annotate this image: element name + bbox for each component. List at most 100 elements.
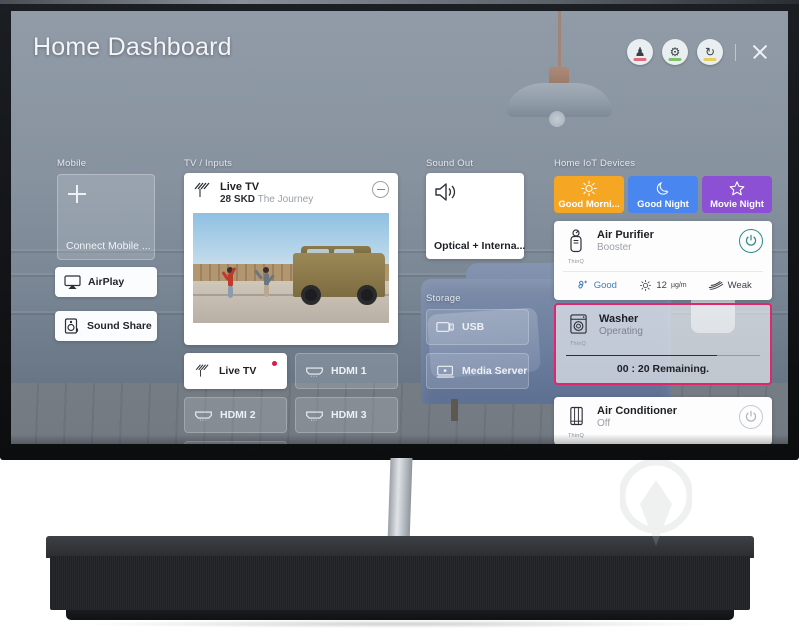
stat-label: Good — [593, 279, 617, 291]
air-quality-stats: Good 12 µg/m Weak — [554, 272, 772, 300]
power-timer-button[interactable]: ↻ — [697, 39, 723, 65]
power-icon — [745, 234, 757, 246]
iot-card-header: ThinQ Air Purifier Booster — [554, 221, 772, 271]
soundbar-speaker-grille — [50, 556, 750, 610]
stat-unit: µg/m — [670, 281, 687, 289]
section-label-storage: Storage — [426, 293, 461, 304]
mode-button-label: Good Morni... — [558, 199, 620, 210]
thumb-person-legs — [228, 286, 233, 298]
particle-icon — [640, 279, 652, 291]
sound-out-label: Optical + Interna... — [434, 240, 526, 252]
air-purifier-icon — [570, 229, 582, 253]
input-tile-live-tv[interactable]: Live TV — [184, 353, 287, 389]
airflow-icon — [708, 281, 723, 290]
live-tv-thumbnail — [193, 213, 389, 323]
accessibility-indicator — [633, 58, 647, 61]
antenna-icon — [194, 182, 210, 197]
minus-circle-icon[interactable] — [372, 181, 389, 198]
stat-airflow: Weak — [696, 279, 763, 291]
sound-share-button[interactable]: Sound Share — [55, 311, 157, 341]
airplay-button[interactable]: AirPlay — [55, 267, 157, 297]
gear-icon: ⚙ — [669, 45, 681, 59]
iot-card-air-purifier[interactable]: ThinQ Air Purifier Booster Good 12 µg/m … — [554, 221, 772, 300]
section-label-tv-inputs: TV / Inputs — [184, 158, 233, 169]
washer-icon — [569, 314, 587, 334]
thinq-brand-label: ThinQ — [570, 341, 586, 347]
device-state: Operating — [599, 326, 643, 338]
thumb-person-legs — [264, 285, 269, 297]
washer-progress-track — [566, 355, 760, 356]
section-label-sound-out: Sound Out — [426, 158, 474, 169]
mode-button-label: Good Night — [637, 199, 689, 210]
mode-button-label: Movie Night — [710, 199, 764, 210]
thumb-vehicle-wheel — [301, 284, 321, 305]
live-tv-title: Live TV — [220, 181, 260, 193]
thumb-vehicle-wheel — [357, 284, 377, 305]
recording-indicator-icon — [272, 361, 277, 366]
home-dashboard-ui: Home Dashboard ♟ ⚙ ↻ Mobile Connect Mobi… — [11, 11, 788, 444]
hdmi-icon — [306, 410, 323, 421]
hdmi-icon — [195, 410, 212, 421]
device-state: Off — [597, 418, 611, 430]
iot-card-text: Air Purifier Booster — [597, 229, 731, 254]
power-icon — [745, 410, 757, 422]
device-name: Air Conditioner — [597, 405, 678, 417]
sun-icon — [581, 180, 597, 197]
stat-label: Weak — [727, 279, 752, 291]
washer-remaining-time: 00 : 20 Remaining. — [616, 363, 710, 375]
settings-indicator — [668, 58, 682, 61]
stat-particulate: 12 µg/m — [630, 279, 697, 292]
input-tile-label: HDMI 1 — [331, 365, 367, 377]
tv-bezel-highlight — [0, 0, 799, 4]
iot-card-washer[interactable]: ThinQ Washer Operating 00 : 20 Remaining… — [554, 303, 772, 385]
speaker-icon — [435, 183, 456, 201]
storage-tile-label: USB — [462, 321, 485, 333]
close-icon[interactable] — [748, 40, 772, 64]
device-state: Booster — [597, 242, 632, 254]
mode-button-good-night[interactable]: Good Night — [628, 176, 698, 213]
input-tile-label: HDMI 2 — [220, 409, 256, 421]
airplay-icon — [64, 274, 81, 289]
soundbar — [46, 536, 754, 628]
soundbar-shadow — [86, 620, 716, 628]
live-tv-preview-header: Live TV 28 SKD The Journey — [193, 181, 389, 205]
tv-stand-neck — [387, 458, 413, 543]
storage-tile-media-server[interactable]: Media Server — [426, 353, 529, 389]
input-tile-hdmi-3[interactable]: HDMI 3 — [295, 397, 398, 433]
power-toggle-button[interactable] — [739, 229, 763, 253]
live-tv-preview-card[interactable]: Live TV 28 SKD The Journey — [184, 173, 398, 345]
live-tv-program: The Journey — [257, 193, 314, 205]
section-label-home-iot: Home IoT Devices — [554, 158, 636, 169]
input-tile-hdmi-1[interactable]: HDMI 1 — [295, 353, 398, 389]
screen-bottom-fade — [11, 434, 788, 444]
mode-button-good-morning[interactable]: Good Morni... — [554, 176, 624, 213]
soundbar-base — [66, 610, 734, 620]
stat-label: 12 — [656, 279, 667, 291]
input-tile-hdmi-2[interactable]: HDMI 2 — [184, 397, 287, 433]
accessibility-button[interactable]: ♟ — [627, 39, 653, 65]
star-icon — [729, 181, 745, 196]
section-label-mobile: Mobile — [57, 158, 87, 169]
fan-icon — [578, 280, 587, 289]
live-tv-preview-text: Live TV 28 SKD The Journey — [220, 181, 365, 205]
thumb-person-right — [253, 265, 275, 303]
airplay-label: AirPlay — [88, 276, 125, 288]
mode-button-movie-night[interactable]: Movie Night — [702, 176, 772, 213]
tv-chassis: Home Dashboard ♟ ⚙ ↻ Mobile Connect Mobi… — [0, 0, 799, 460]
plus-icon — [68, 185, 86, 203]
thumb-person-left — [221, 265, 239, 305]
connect-mobile-tile[interactable]: Connect Mobile ... — [57, 174, 155, 260]
settings-button[interactable]: ⚙ — [662, 39, 688, 65]
sound-out-card[interactable]: Optical + Interna... — [426, 173, 526, 259]
tv-screen: Home Dashboard ♟ ⚙ ↻ Mobile Connect Mobi… — [11, 11, 788, 444]
live-tv-channel: 28 SKD — [220, 193, 256, 205]
storage-tile-label: Media Server — [462, 365, 528, 377]
device-icon-wrap: ThinQ — [563, 229, 589, 265]
iot-card-text: Washer Operating — [599, 313, 761, 338]
storage-tile-usb[interactable]: USB — [426, 309, 529, 345]
antenna-icon — [195, 363, 209, 377]
device-name: Air Purifier — [597, 229, 654, 241]
hdmi-icon — [306, 366, 323, 377]
device-icon-wrap: ThinQ — [565, 313, 591, 347]
power-toggle-button[interactable] — [739, 405, 763, 429]
